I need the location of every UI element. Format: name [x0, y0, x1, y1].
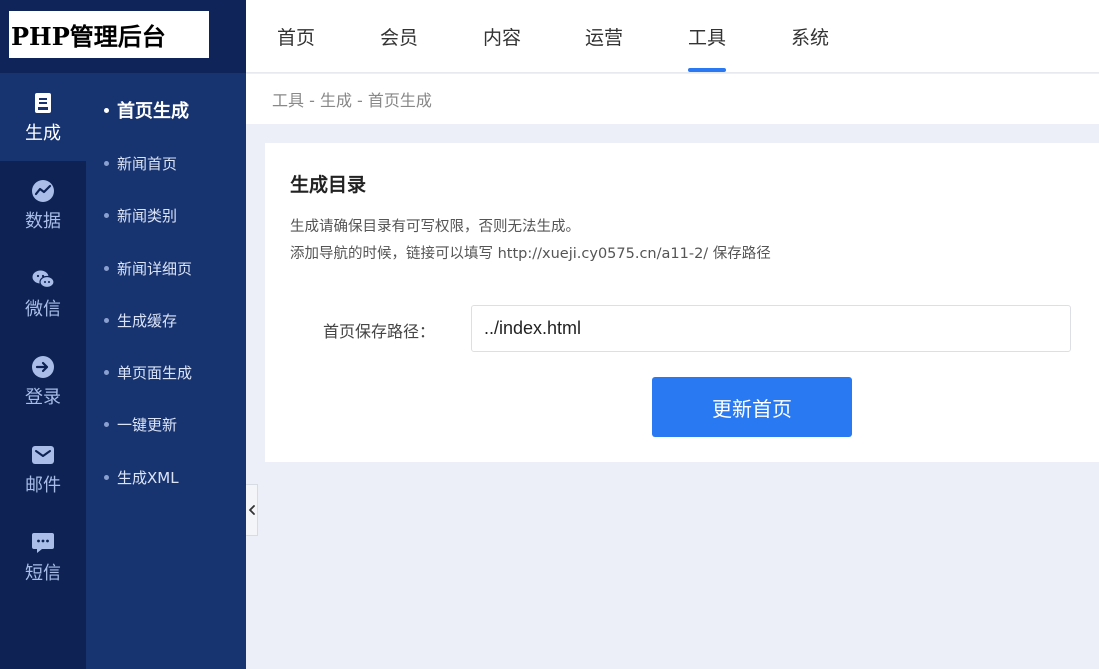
bullet-icon	[104, 317, 109, 323]
iconnav-label: 短信	[25, 563, 61, 584]
submenu-item-single-page[interactable]: 单页面生成	[104, 360, 192, 384]
bullet-icon	[104, 107, 109, 113]
nav-item-system[interactable]: 系统	[791, 0, 829, 73]
submenu-label: 首页生成	[117, 101, 189, 122]
submenu-label: 单页面生成	[117, 363, 193, 382]
update-homepage-button[interactable]: 更新首页	[652, 377, 852, 437]
submenu-item-home-generate[interactable]: 首页生成	[104, 98, 189, 122]
submenu-label: 新闻首页	[117, 154, 178, 173]
generate-directory-card: 生成目录 生成请确保目录有可写权限，否则无法生成。 添加导航的时候，链接可以填写…	[265, 143, 1099, 462]
iconnav-sms[interactable]: 短信	[0, 513, 86, 601]
home-save-path-input[interactable]	[471, 305, 1071, 352]
logo-area: PHP管理后台	[0, 0, 246, 73]
iconnav-mail[interactable]: 邮件	[0, 425, 86, 513]
submenu-item-cache[interactable]: 生成缓存	[104, 308, 177, 332]
collapse-sidebar-button[interactable]	[246, 484, 258, 536]
submenu-label: 新闻类别	[117, 206, 178, 225]
iconnav-generate[interactable]: 生成	[0, 73, 86, 161]
iconnav-label: 数据	[25, 211, 61, 232]
top-nav: 首页 会员 内容 运营 工具 系统	[246, 0, 1099, 73]
iconnav-wechat[interactable]: 微信	[0, 249, 86, 337]
chart-icon	[32, 180, 54, 202]
iconnav-label: 登录	[25, 387, 61, 408]
iconnav-label: 邮件	[25, 475, 61, 496]
mail-icon	[32, 446, 54, 464]
message-icon	[32, 533, 54, 553]
submenu-label: 新闻详细页	[117, 259, 193, 278]
card-description-line2: 添加导航的时候，链接可以填写 http://xueji.cy0575.cn/a1…	[290, 246, 771, 262]
chevron-left-icon	[248, 505, 255, 515]
path-label: 首页保存路径：	[323, 322, 436, 341]
submenu-item-news-category[interactable]: 新闻类别	[104, 203, 177, 227]
card-description-line1: 生成请确保目录有可写权限，否则无法生成。	[290, 219, 580, 235]
submenu-label: 一键更新	[117, 415, 178, 434]
submenu-sidebar: 首页生成 新闻首页 新闻类别 新闻详细页 生成缓存 单页面生成 一键更新 生成X…	[86, 73, 246, 669]
nav-item-content[interactable]: 内容	[483, 0, 521, 73]
submenu-item-one-click-update[interactable]: 一键更新	[104, 412, 177, 436]
nav-item-members[interactable]: 会员	[380, 0, 418, 73]
card-title: 生成目录	[290, 174, 367, 196]
breadcrumb: 工具 - 生成 - 首页生成	[246, 74, 1099, 124]
bullet-icon	[104, 212, 109, 218]
submenu-label: 生成缓存	[117, 311, 178, 330]
document-icon	[35, 93, 51, 113]
login-arrow-icon	[32, 356, 54, 378]
submenu-label: 生成XML	[117, 468, 179, 487]
submenu-item-news-home[interactable]: 新闻首页	[104, 151, 177, 175]
iconnav-label: 生成	[25, 123, 61, 144]
wechat-icon	[32, 270, 55, 289]
submenu-item-news-detail[interactable]: 新闻详细页	[104, 256, 192, 280]
iconnav-label: 微信	[25, 299, 61, 320]
bullet-icon	[104, 474, 109, 480]
iconnav-login[interactable]: 登录	[0, 337, 86, 425]
app-logo: PHP管理后台	[9, 11, 209, 58]
bullet-icon	[104, 265, 109, 271]
bullet-icon	[104, 369, 109, 375]
icon-sidebar: 生成 数据 微信 登录 邮件 短信	[0, 73, 86, 669]
bullet-icon	[104, 421, 109, 427]
bullet-icon	[104, 160, 109, 166]
nav-item-operations[interactable]: 运营	[585, 0, 623, 73]
nav-item-home[interactable]: 首页	[277, 0, 315, 73]
nav-item-tools[interactable]: 工具	[688, 0, 727, 73]
iconnav-data[interactable]: 数据	[0, 161, 86, 249]
submenu-item-generate-xml[interactable]: 生成XML	[104, 465, 179, 489]
